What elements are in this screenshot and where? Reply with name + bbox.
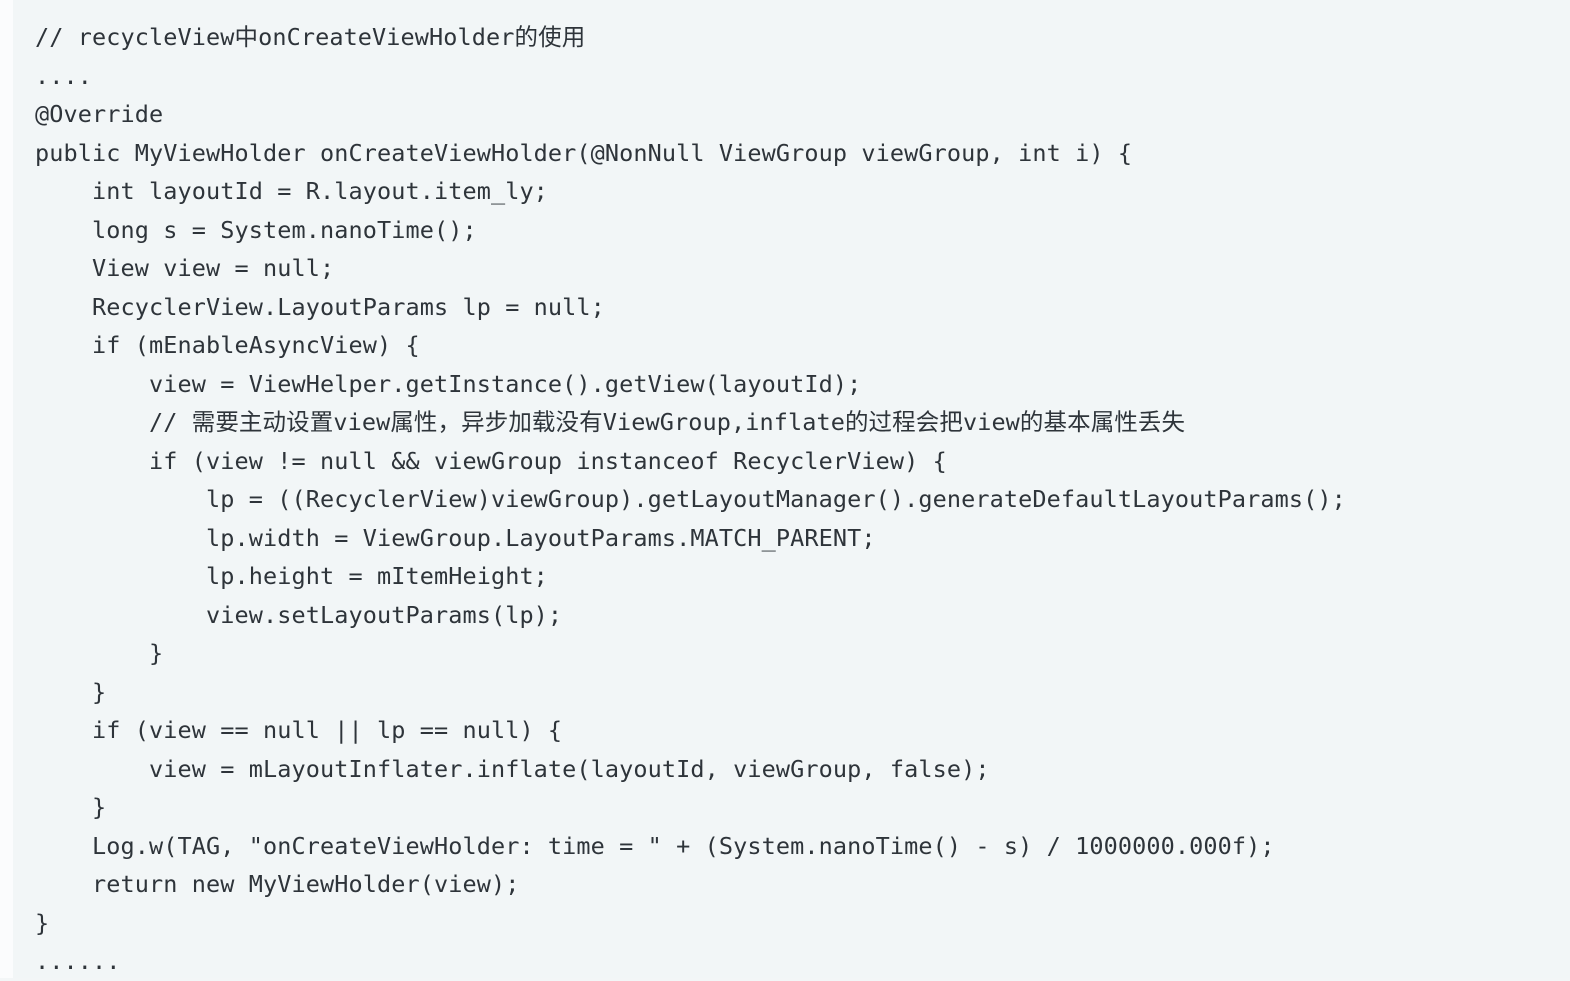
code-line: .... [35,61,92,90]
code-line: Log.w(TAG, "onCreateViewHolder: time = "… [35,831,1275,860]
code-line: if (mEnableAsyncView) { [35,331,420,359]
code-line: lp.height = mItemHeight; [35,562,548,590]
code-line: ...... [35,947,121,975]
code-line: } [35,639,164,667]
code-line: if (view != null && viewGroup instanceof… [35,446,947,475]
code-line: public MyViewHolder onCreateViewHolder(@… [35,138,1133,167]
code-line: @Override [35,100,164,128]
code-line: return new MyViewHolder(view); [35,870,520,898]
code-line: // recycleView中onCreateViewHolder的使用 [35,23,586,51]
code-line: view = ViewHelper.getInstance().getView(… [35,369,862,398]
code-line: int layoutId = R.layout.item_ly; [35,177,548,205]
code-line: // 需要主动设置view属性，异步加载没有ViewGroup,inflate的… [35,408,1186,436]
code-line: } [35,908,50,937]
code-snippet-panel: // recycleView中onCreateViewHolder的使用....… [0,0,1570,978]
code-line: view = mLayoutInflater.inflate(layoutId,… [35,754,990,783]
code-line: lp = ((RecyclerView)viewGroup).getLayout… [35,485,1346,513]
code-lines-container: // recycleView中onCreateViewHolder的使用....… [0,10,1570,981]
code-line: RecyclerView.LayoutParams lp = null; [35,292,605,321]
code-line: } [35,677,107,706]
code-line: long s = System.nanoTime(); [35,215,477,244]
code-line: } [35,793,107,821]
code-line: view.setLayoutParams(lp); [35,600,563,629]
code-line: View view = null; [35,254,335,282]
code-line: lp.width = ViewGroup.LayoutParams.MATCH_… [35,523,876,552]
code-line: if (view == null || lp == null) { [35,716,563,744]
